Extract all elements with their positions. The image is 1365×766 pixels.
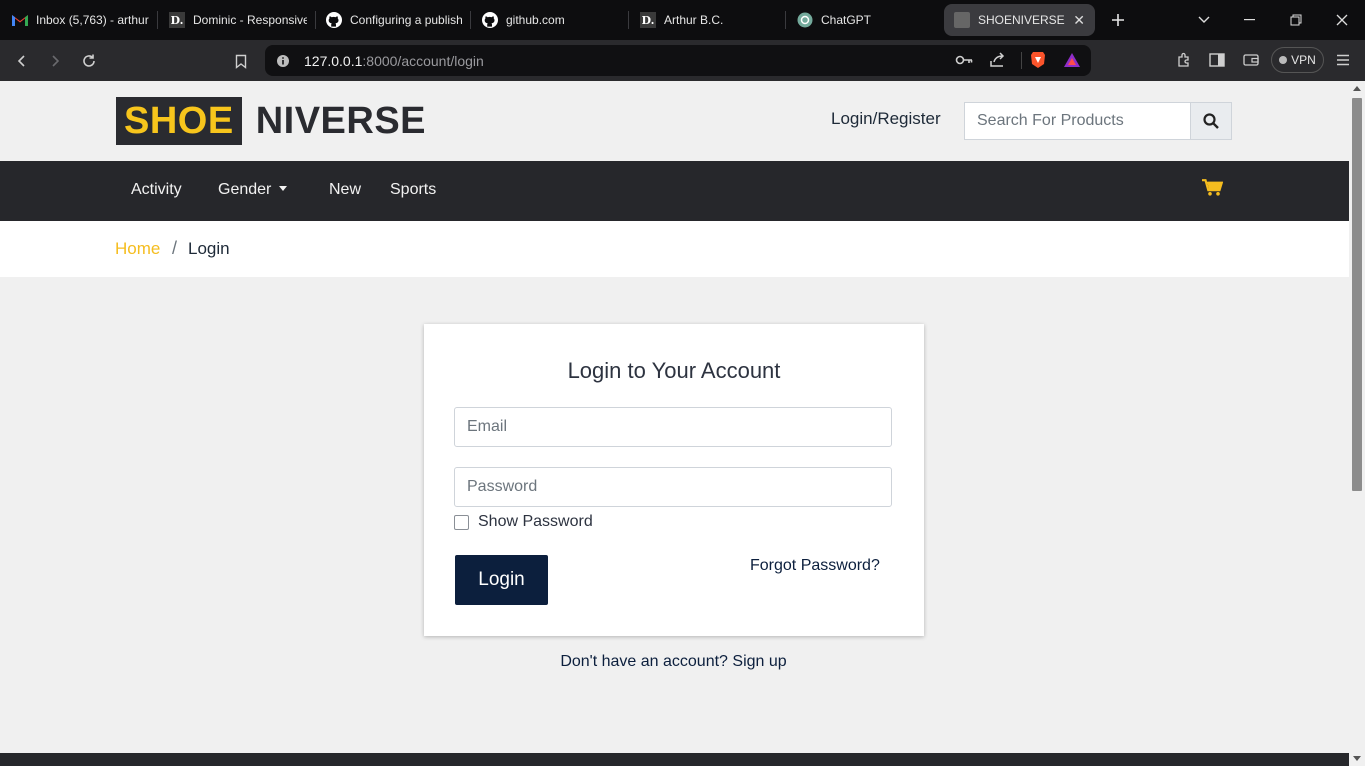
nav-new[interactable]: New — [329, 181, 361, 199]
vpn-status-icon — [1279, 56, 1288, 64]
login-title: Login to Your Account — [567, 358, 781, 383]
close-window-button[interactable] — [1319, 0, 1365, 40]
login-register-link[interactable]: Login/Register — [831, 109, 941, 129]
show-password-checkbox[interactable] — [454, 514, 469, 530]
tab-title: Arthur B.C. — [664, 13, 724, 27]
tab-separator — [157, 11, 158, 29]
tab-title: ChatGPT — [821, 13, 872, 27]
password-field[interactable] — [454, 467, 892, 507]
back-icon[interactable] — [9, 48, 35, 74]
breadcrumb: Home / Login — [0, 221, 1349, 277]
tab-arthur[interactable]: D. Arthur B.C. — [640, 0, 780, 40]
tab-dominic[interactable]: D. Dominic - Responsive — [169, 0, 307, 40]
scroll-up-icon[interactable] — [1353, 86, 1361, 91]
caret-down-icon — [279, 186, 288, 192]
reload-icon[interactable] — [76, 48, 102, 74]
divider — [1021, 52, 1022, 69]
scrollbar-thumb[interactable] — [1352, 98, 1362, 491]
signup-prompt[interactable]: Don't have an account? Sign up — [0, 653, 1349, 671]
search-input[interactable] — [965, 103, 1191, 139]
nav-activity[interactable]: Activity — [131, 181, 182, 199]
main-navbar: Activity Gender New Sports — [0, 161, 1349, 221]
vpn-label: VPN — [1291, 53, 1316, 67]
tab-title: SHOENIVERSE — [978, 13, 1065, 27]
nav-gender-dropdown[interactable]: Gender — [218, 181, 288, 199]
scroll-down-icon[interactable] — [1353, 756, 1361, 761]
nav-gender-label: Gender — [218, 181, 272, 198]
logo-shoe: SHOE — [116, 97, 242, 145]
tab-github[interactable]: github.com — [482, 0, 620, 40]
sidebar-icon[interactable] — [1204, 47, 1230, 73]
github-icon — [482, 12, 498, 28]
nav-sports[interactable]: Sports — [390, 181, 436, 199]
brave-shields-icon[interactable] — [1030, 51, 1046, 69]
signup-link[interactable]: Don't have an account? Sign up — [560, 653, 786, 670]
wallet-icon[interactable] — [1238, 47, 1264, 73]
address-bar[interactable]: 127.0.0.1:8000/account/login — [265, 45, 1091, 76]
login-button[interactable]: Login — [455, 555, 548, 605]
d-icon: D. — [640, 12, 656, 28]
tab-title: Configuring a publish — [350, 13, 462, 27]
new-tab-button[interactable] — [1095, 0, 1141, 40]
show-password-toggle[interactable]: Show Password — [454, 513, 593, 531]
menu-icon[interactable] — [1330, 47, 1356, 73]
gmail-icon — [12, 12, 28, 28]
chatgpt-icon — [797, 12, 813, 28]
tab-separator — [785, 11, 786, 29]
minimize-button[interactable] — [1227, 0, 1273, 40]
bookmark-icon[interactable] — [228, 48, 254, 74]
d-icon: D. — [169, 12, 185, 28]
show-password-label: Show Password — [478, 513, 593, 530]
tab-title: github.com — [506, 13, 565, 27]
cart-icon[interactable] — [1202, 179, 1224, 201]
extensions-icon[interactable] — [1171, 47, 1197, 73]
tab-gmail[interactable]: Inbox (5,763) - arthur — [12, 0, 152, 40]
url-host: 127.0.0.1 — [304, 52, 363, 69]
github-icon — [326, 12, 342, 28]
tab-configuring[interactable]: Configuring a publish — [326, 0, 462, 40]
site-logo[interactable]: SHOE NIVERSE — [116, 97, 426, 145]
tab-shoeniverse[interactable]: SHOENIVERSE ✕ — [944, 4, 1095, 36]
page-icon — [954, 12, 970, 28]
search-icon — [1203, 113, 1219, 129]
tab-search-chevron-icon[interactable] — [1181, 0, 1227, 40]
breadcrumb-separator: / — [172, 238, 178, 258]
login-card: Login to Your Account Show Password Logi… — [424, 324, 924, 636]
tab-title: Dominic - Responsive — [193, 13, 307, 27]
email-field[interactable] — [454, 407, 892, 447]
brave-rewards-icon[interactable] — [1063, 52, 1081, 68]
vpn-button[interactable]: VPN — [1271, 47, 1324, 73]
tab-chatgpt[interactable]: ChatGPT — [797, 0, 937, 40]
breadcrumb-home[interactable]: Home — [115, 239, 160, 259]
tab-separator — [470, 11, 471, 29]
key-icon[interactable] — [955, 53, 973, 67]
site-info-icon[interactable] — [276, 54, 290, 68]
forward-icon[interactable] — [42, 48, 68, 74]
share-icon[interactable] — [989, 52, 1007, 68]
forgot-password-link[interactable]: Forgot Password? — [750, 557, 880, 575]
restore-button[interactable] — [1273, 0, 1319, 40]
search-button[interactable] — [1190, 103, 1231, 139]
tab-title: Inbox (5,763) - arthur — [36, 13, 149, 27]
logo-niverse: NIVERSE — [255, 99, 427, 142]
site-header: SHOE NIVERSE Login/Register — [0, 81, 1349, 161]
close-tab-icon[interactable]: ✕ — [1073, 12, 1085, 29]
url-path: :8000/account/login — [362, 52, 484, 69]
tab-separator — [628, 11, 629, 29]
web-page: SHOE NIVERSE Login/Register Activity Gen… — [0, 81, 1349, 766]
browser-tab-strip: Inbox (5,763) - arthur D. Dominic - Resp… — [0, 0, 1365, 40]
tab-separator — [315, 11, 316, 29]
search-bar — [964, 102, 1232, 140]
site-footer — [0, 753, 1349, 766]
breadcrumb-current: Login — [188, 239, 230, 258]
